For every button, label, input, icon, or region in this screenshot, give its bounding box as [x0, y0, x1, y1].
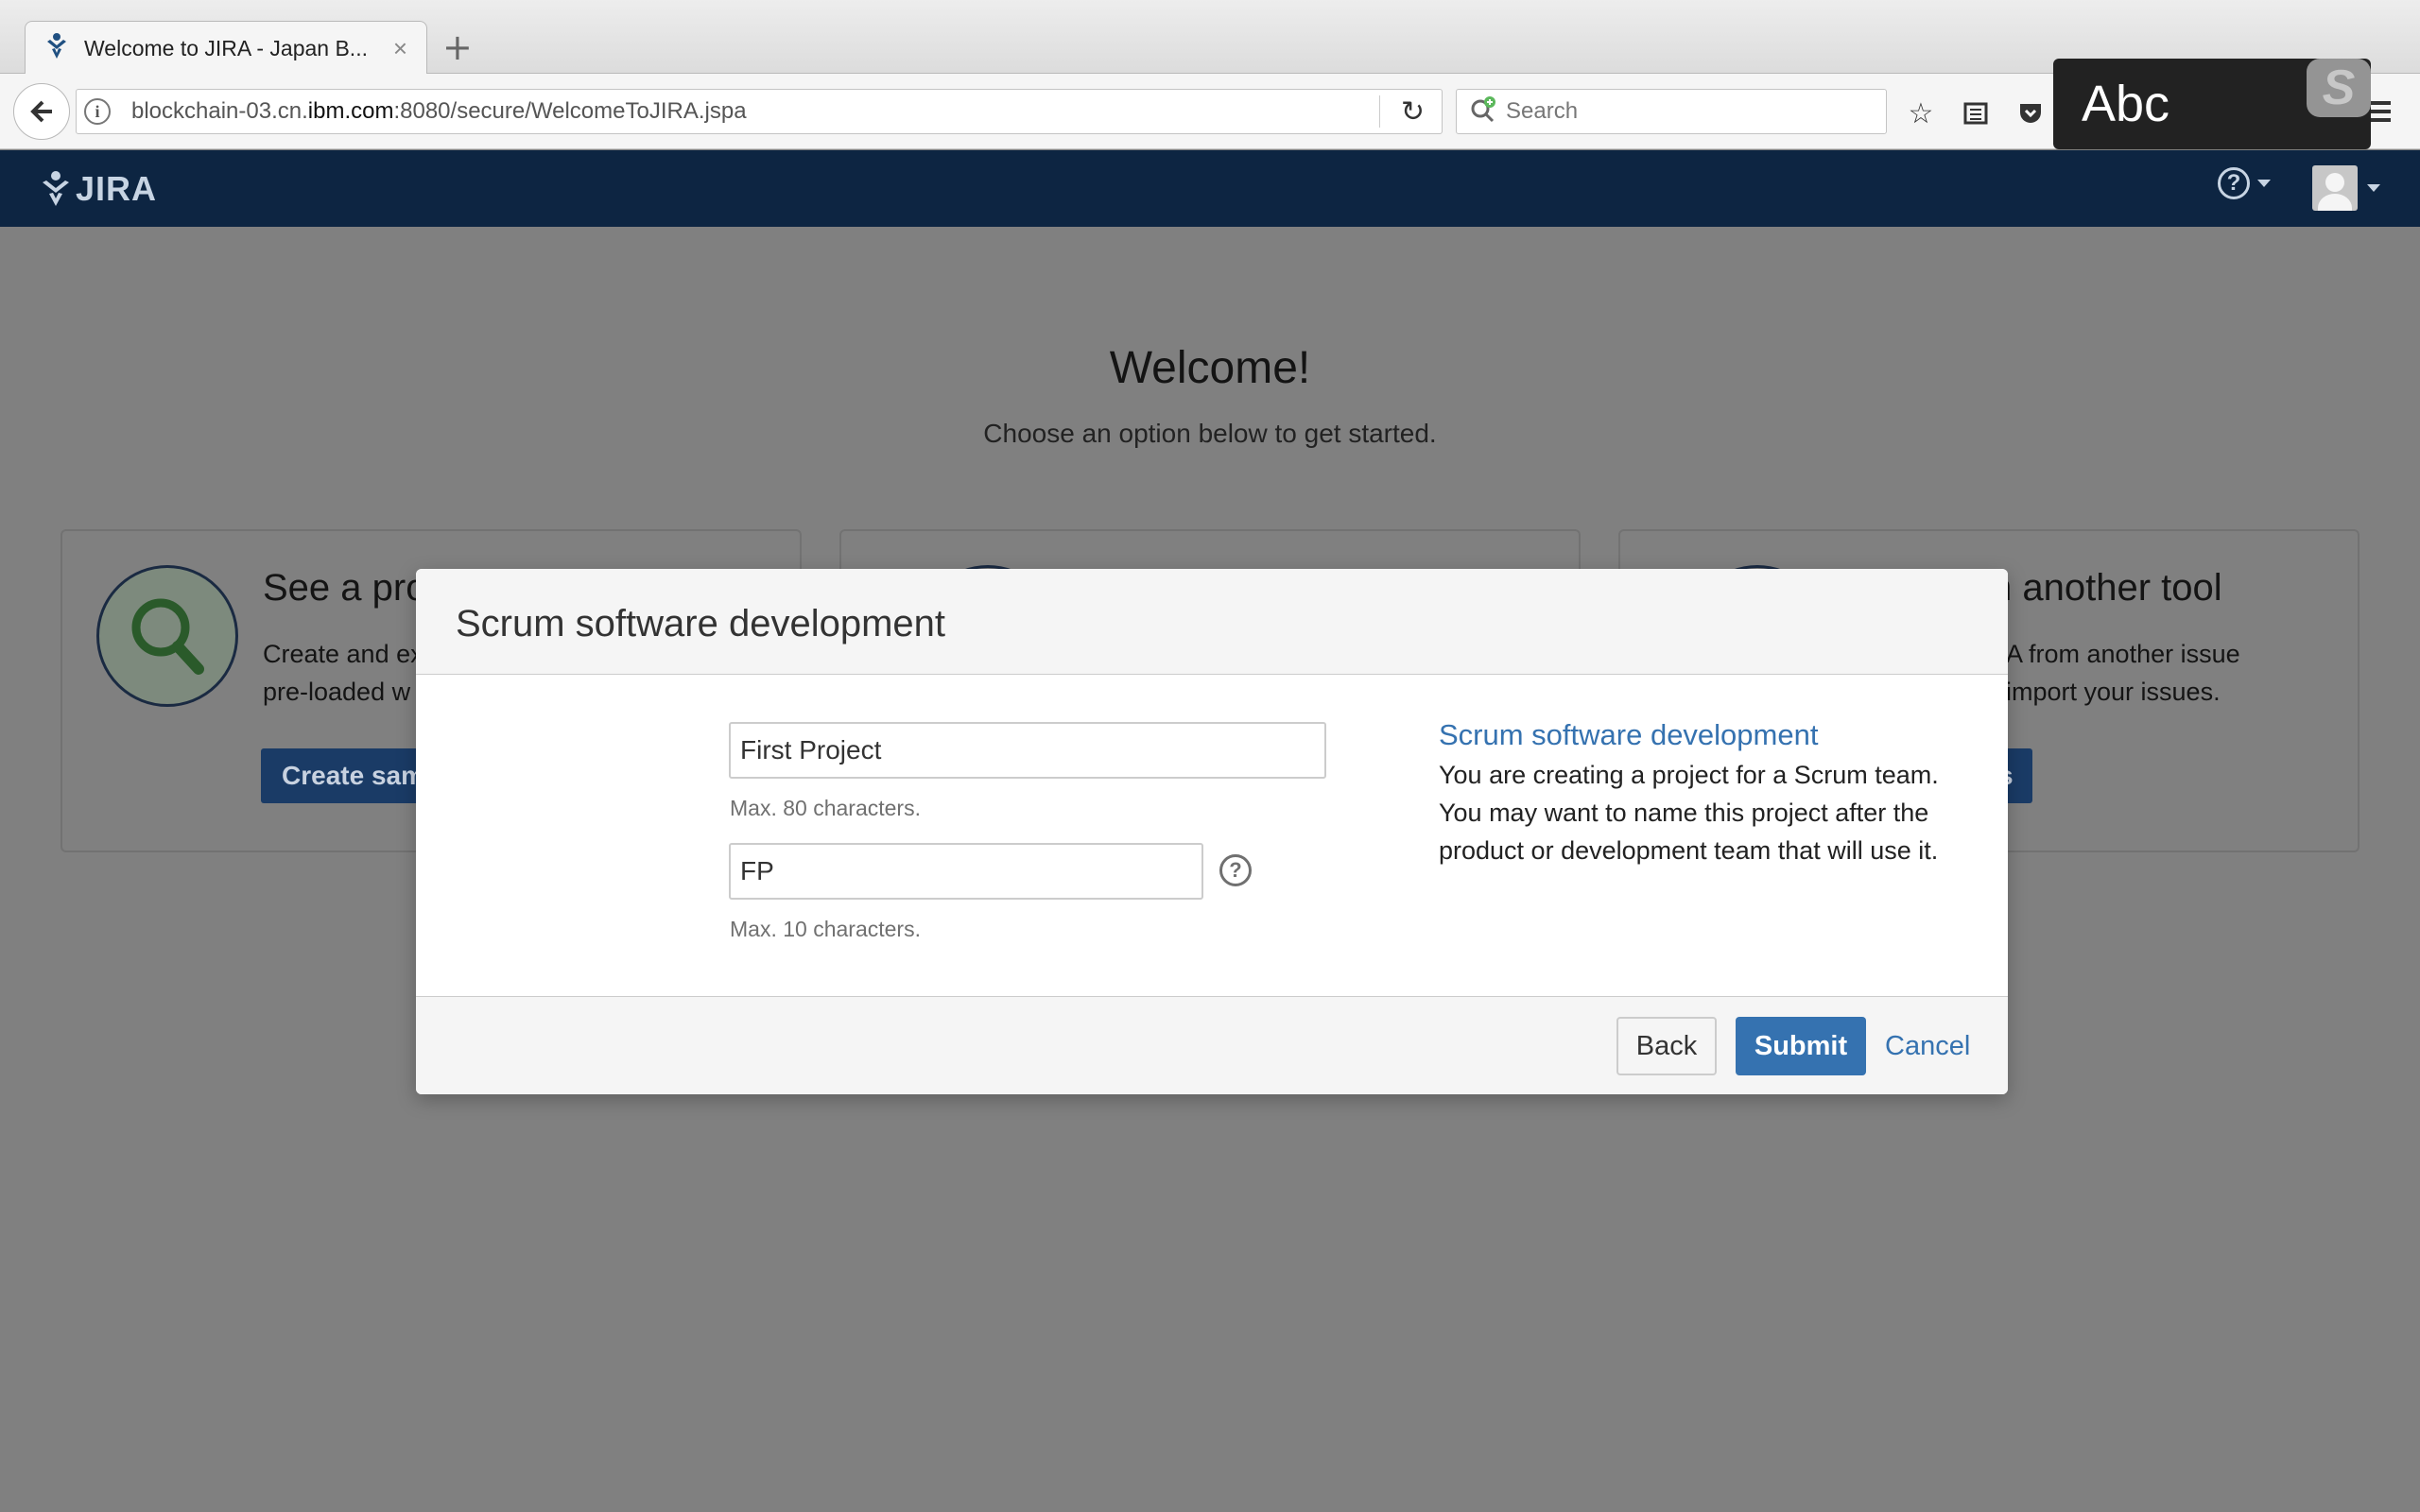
template-info-title: Scrum software development [1439, 718, 1819, 751]
create-project-dialog: Scrum software development Name Max. 80 … [416, 569, 2008, 1094]
card-title: n another tool [1991, 567, 2222, 609]
user-menu[interactable] [2312, 165, 2380, 211]
chevron-down-icon [2367, 184, 2380, 192]
jira-logo[interactable]: JIRA [40, 169, 157, 209]
card-title: See a pro [263, 567, 427, 609]
url-text[interactable]: blockchain-03.cn.ibm.com:8080/secure/Wel… [131, 98, 1379, 125]
cancel-button[interactable]: Cancel [1885, 1017, 1970, 1075]
browser-tab[interactable]: Welcome to JIRA - Japan B... × [25, 21, 427, 76]
project-key-field[interactable] [729, 843, 1203, 900]
chevron-down-icon [2257, 180, 2271, 187]
help-icon[interactable]: ? [1219, 854, 1252, 886]
template-info-desc: You are creating a project for a Scrum t… [1439, 761, 1939, 865]
reading-list-icon[interactable] [1961, 98, 1991, 129]
jira-favicon-icon [44, 32, 69, 65]
dialog-header: Scrum software development [416, 569, 2008, 675]
magnifier-icon [96, 565, 238, 707]
toolbar-icons: ☆ [1906, 97, 2046, 130]
help-menu[interactable]: ? [2218, 167, 2271, 199]
dialog-title: Scrum software development [456, 603, 946, 644]
jira-header: JIRA ? [0, 150, 2420, 227]
search-input[interactable]: Search [1506, 98, 1578, 125]
snagit-logo-icon: S [2307, 59, 2371, 117]
pocket-icon[interactable] [2015, 98, 2046, 129]
avatar [2312, 165, 2358, 211]
back-button[interactable]: Back [1616, 1017, 1717, 1075]
bookmark-star-icon[interactable]: ☆ [1906, 97, 1936, 130]
jira-logo-text: JIRA [76, 169, 158, 208]
tab-title: Welcome to JIRA - Japan B... [84, 36, 368, 60]
reload-icon[interactable]: ↻ [1401, 95, 1425, 129]
info-icon[interactable]: i [84, 98, 111, 125]
help-icon: ? [2218, 167, 2250, 199]
search-bar[interactable]: Search [1456, 89, 1887, 134]
card-desc: Create and ex pre-loaded w [263, 640, 424, 706]
search-icon [1470, 95, 1496, 128]
project-name-field[interactable] [729, 722, 1326, 779]
new-tab-icon[interactable]: + [442, 26, 473, 68]
url-bar[interactable]: i blockchain-03.cn.ibm.com:8080/secure/W… [76, 89, 1443, 134]
url-separator [1378, 95, 1380, 128]
submit-button[interactable]: Submit [1736, 1017, 1866, 1075]
key-hint: Max. 10 characters. [730, 917, 921, 941]
jira-logo-icon [43, 171, 69, 206]
tab-close-icon[interactable]: × [393, 34, 407, 63]
card-desc: A from another issue import your issues. [2006, 640, 2240, 706]
back-arrow-icon[interactable] [13, 83, 70, 140]
name-hint: Max. 80 characters. [730, 796, 921, 820]
welcome-subtitle: Choose an option below to get started. [983, 419, 1437, 448]
welcome-heading: Welcome! [1109, 343, 1311, 393]
